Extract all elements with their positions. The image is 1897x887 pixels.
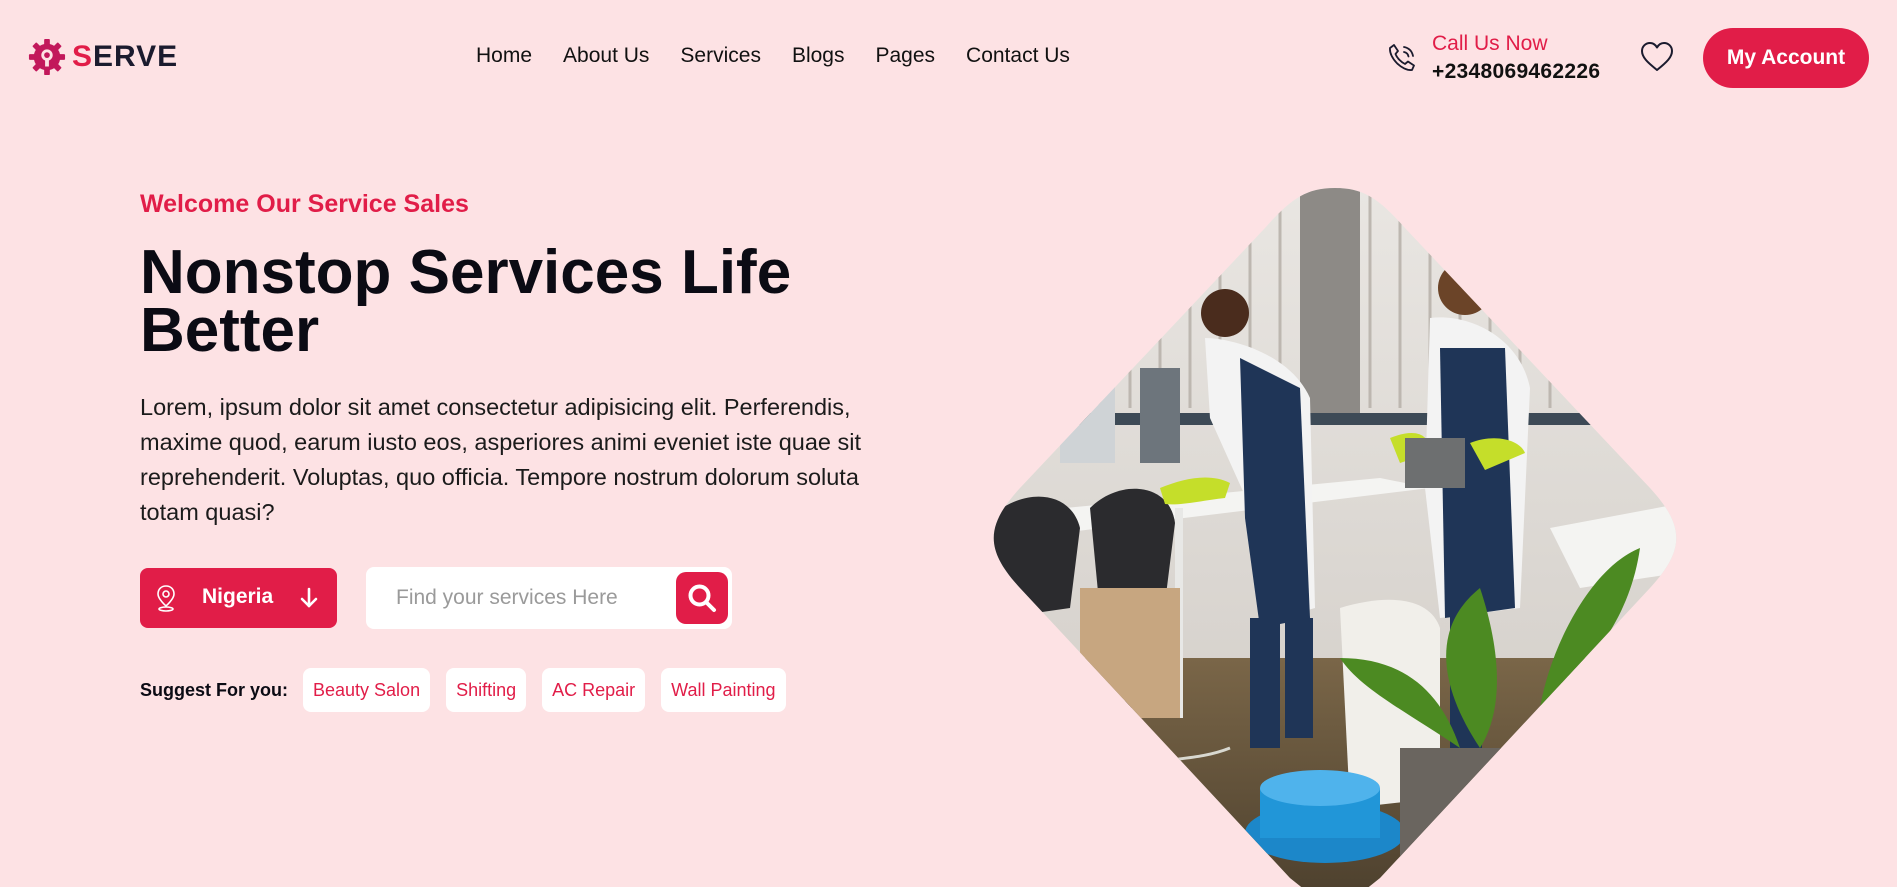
country-select-button[interactable]: Nigeria xyxy=(140,568,337,628)
nav-pages[interactable]: Pages xyxy=(875,44,935,68)
gear-wrench-icon xyxy=(28,38,66,76)
nav-home[interactable]: Home xyxy=(476,44,532,68)
brand-logo[interactable]: SERVE xyxy=(28,38,178,76)
suggestion-chip-wall-painting[interactable]: Wall Painting xyxy=(661,668,786,712)
location-pin-icon xyxy=(157,585,175,612)
nav-blogs[interactable]: Blogs xyxy=(792,44,845,68)
main-nav: Home About Us Services Blogs Pages Conta… xyxy=(476,44,1101,68)
suggestion-chip-shifting[interactable]: Shifting xyxy=(446,668,527,712)
nav-about-us[interactable]: About Us xyxy=(563,44,649,68)
site-header: SERVE Home About Us Services Blogs Pages… xyxy=(0,0,1897,116)
brand-name: SERVE xyxy=(72,40,179,73)
search-button[interactable] xyxy=(676,572,728,624)
hero-description: Lorem, ipsum dolor sit amet consectetur … xyxy=(140,394,862,525)
hero-photo-cleaners xyxy=(993,188,1677,887)
suggest-label: Suggest For you: xyxy=(140,679,288,700)
suggestion-chip-ac-repair[interactable]: AC Repair xyxy=(542,668,646,712)
my-account-button[interactable]: My Account xyxy=(1703,28,1869,88)
hero-title: Nonstop Services Life Better xyxy=(140,238,792,365)
country-label: Nigeria xyxy=(202,585,274,608)
service-search-input[interactable] xyxy=(396,583,676,613)
nav-contact-us[interactable]: Contact Us xyxy=(966,44,1070,68)
heart-icon[interactable] xyxy=(1640,41,1674,73)
nav-services[interactable]: Services xyxy=(680,44,761,68)
suggestions-row: Suggest For you: Beauty Salon Shifting A… xyxy=(140,668,802,712)
search-icon xyxy=(688,584,716,612)
hero-eyebrow: Welcome Our Service Sales xyxy=(140,190,469,218)
suggestion-chip-beauty-salon[interactable]: Beauty Salon xyxy=(303,668,431,712)
call-us-label: Call Us Now xyxy=(1432,32,1548,55)
phone-icon xyxy=(1389,44,1415,71)
call-us-block[interactable]: Call Us Now +2348069462226 xyxy=(1385,30,1600,86)
service-search-box xyxy=(366,567,732,629)
phone-number[interactable]: +2348069462226 xyxy=(1432,58,1600,86)
arrow-down-icon xyxy=(300,587,318,608)
